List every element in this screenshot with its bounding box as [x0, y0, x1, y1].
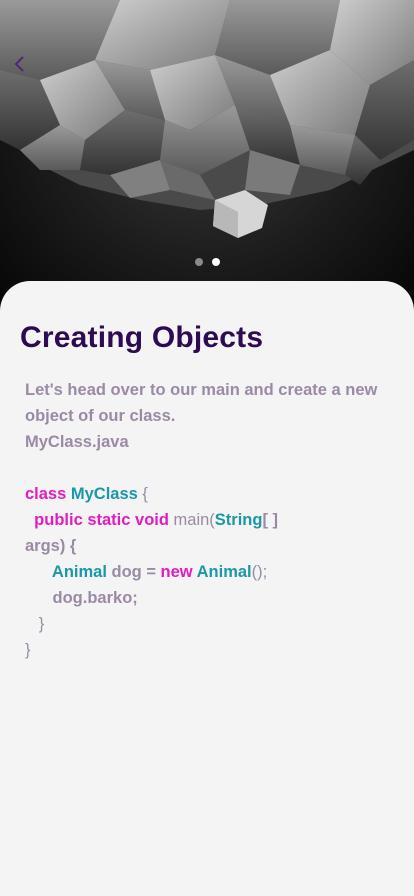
carousel-indicator: [0, 258, 414, 266]
carousel-dot-active[interactable]: [211, 258, 220, 266]
code-line: Animal dog = new Animal();: [51, 563, 268, 581]
code-line: args) {: [25, 537, 77, 555]
code-line: dog.barko;: [52, 589, 138, 607]
code-line: }: [38, 615, 45, 633]
code-line: }: [25, 641, 31, 659]
lesson-title: Creating Objects: [20, 321, 264, 354]
intro-line: object of our class.: [25, 407, 176, 425]
code-line: class MyClass {: [25, 485, 148, 503]
back-button[interactable]: [12, 54, 40, 82]
code-snippet: class MyClass { public static void main(…: [25, 481, 278, 663]
file-name: MyClass.java: [25, 433, 129, 451]
hero-image: [0, 0, 414, 310]
chevron-left-icon: [14, 56, 24, 72]
intro-line: Let's head over to our main and create a…: [25, 381, 378, 399]
code-line: public static void main(String[ ]: [34, 511, 279, 529]
lesson-card: Creating Objects Let's head over to our …: [0, 281, 414, 896]
carousel-dot[interactable]: [194, 258, 203, 266]
lesson-intro: Let's head over to our main and create a…: [25, 377, 385, 455]
